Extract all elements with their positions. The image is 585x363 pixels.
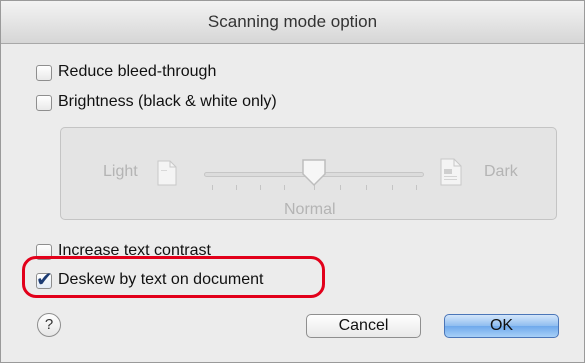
- slider-tick: [340, 185, 341, 190]
- reduce-bleed-label[interactable]: Reduce bleed-through: [58, 63, 216, 81]
- ok-button[interactable]: OK: [444, 314, 559, 338]
- slider-tick: [392, 185, 393, 190]
- slider-tick: [260, 185, 261, 190]
- slider-tick: [212, 185, 213, 190]
- slider-tick: [416, 185, 417, 190]
- slider-tick: [366, 185, 367, 190]
- slider-value-label: Normal: [284, 201, 336, 218]
- brightness-slider-thumb[interactable]: [301, 158, 327, 188]
- slider-max-label: Dark: [484, 163, 518, 180]
- reduce-bleed-checkbox[interactable]: [36, 65, 52, 81]
- slider-tick: [284, 185, 285, 190]
- light-document-icon: [157, 160, 177, 186]
- brightness-label[interactable]: Brightness (black & white only): [58, 93, 277, 111]
- dialog-title: Scanning mode option: [1, 1, 584, 44]
- cancel-button[interactable]: Cancel: [306, 314, 421, 338]
- help-button[interactable]: ?: [37, 313, 61, 337]
- slider-min-label: Light: [103, 163, 138, 180]
- slider-tick: [236, 185, 237, 190]
- brightness-checkbox[interactable]: [36, 95, 52, 111]
- red-highlight-annotation: [22, 256, 325, 298]
- dark-document-icon: [440, 158, 462, 186]
